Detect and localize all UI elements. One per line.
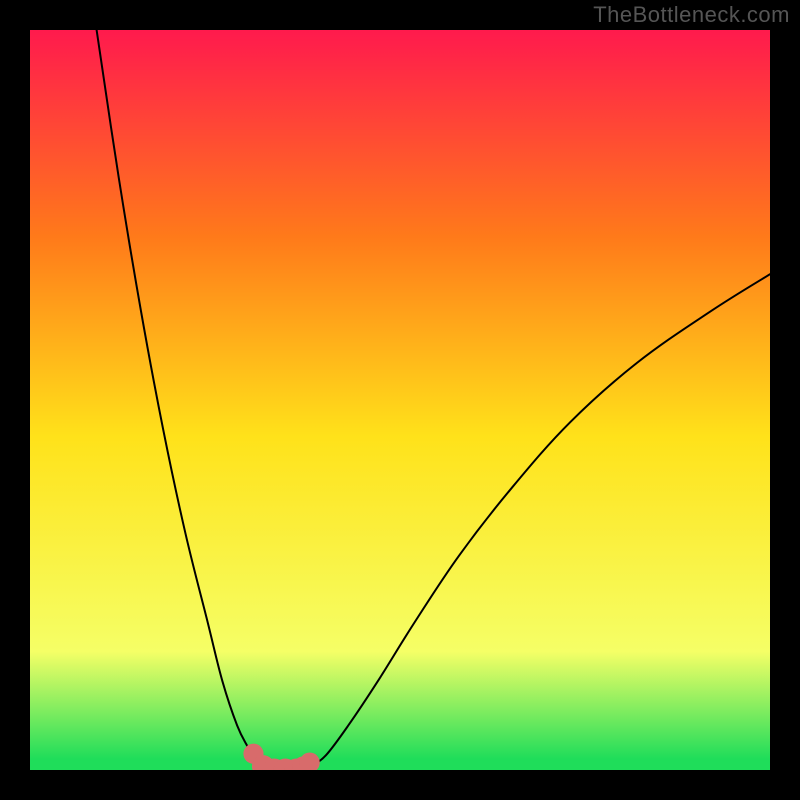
plot-area xyxy=(30,30,770,770)
watermark-text: TheBottleneck.com xyxy=(593,2,790,28)
chart-frame: { "watermark": "TheBottleneck.com", "col… xyxy=(0,0,800,800)
gradient-background xyxy=(30,30,770,770)
bottleneck-curve-chart xyxy=(30,30,770,770)
